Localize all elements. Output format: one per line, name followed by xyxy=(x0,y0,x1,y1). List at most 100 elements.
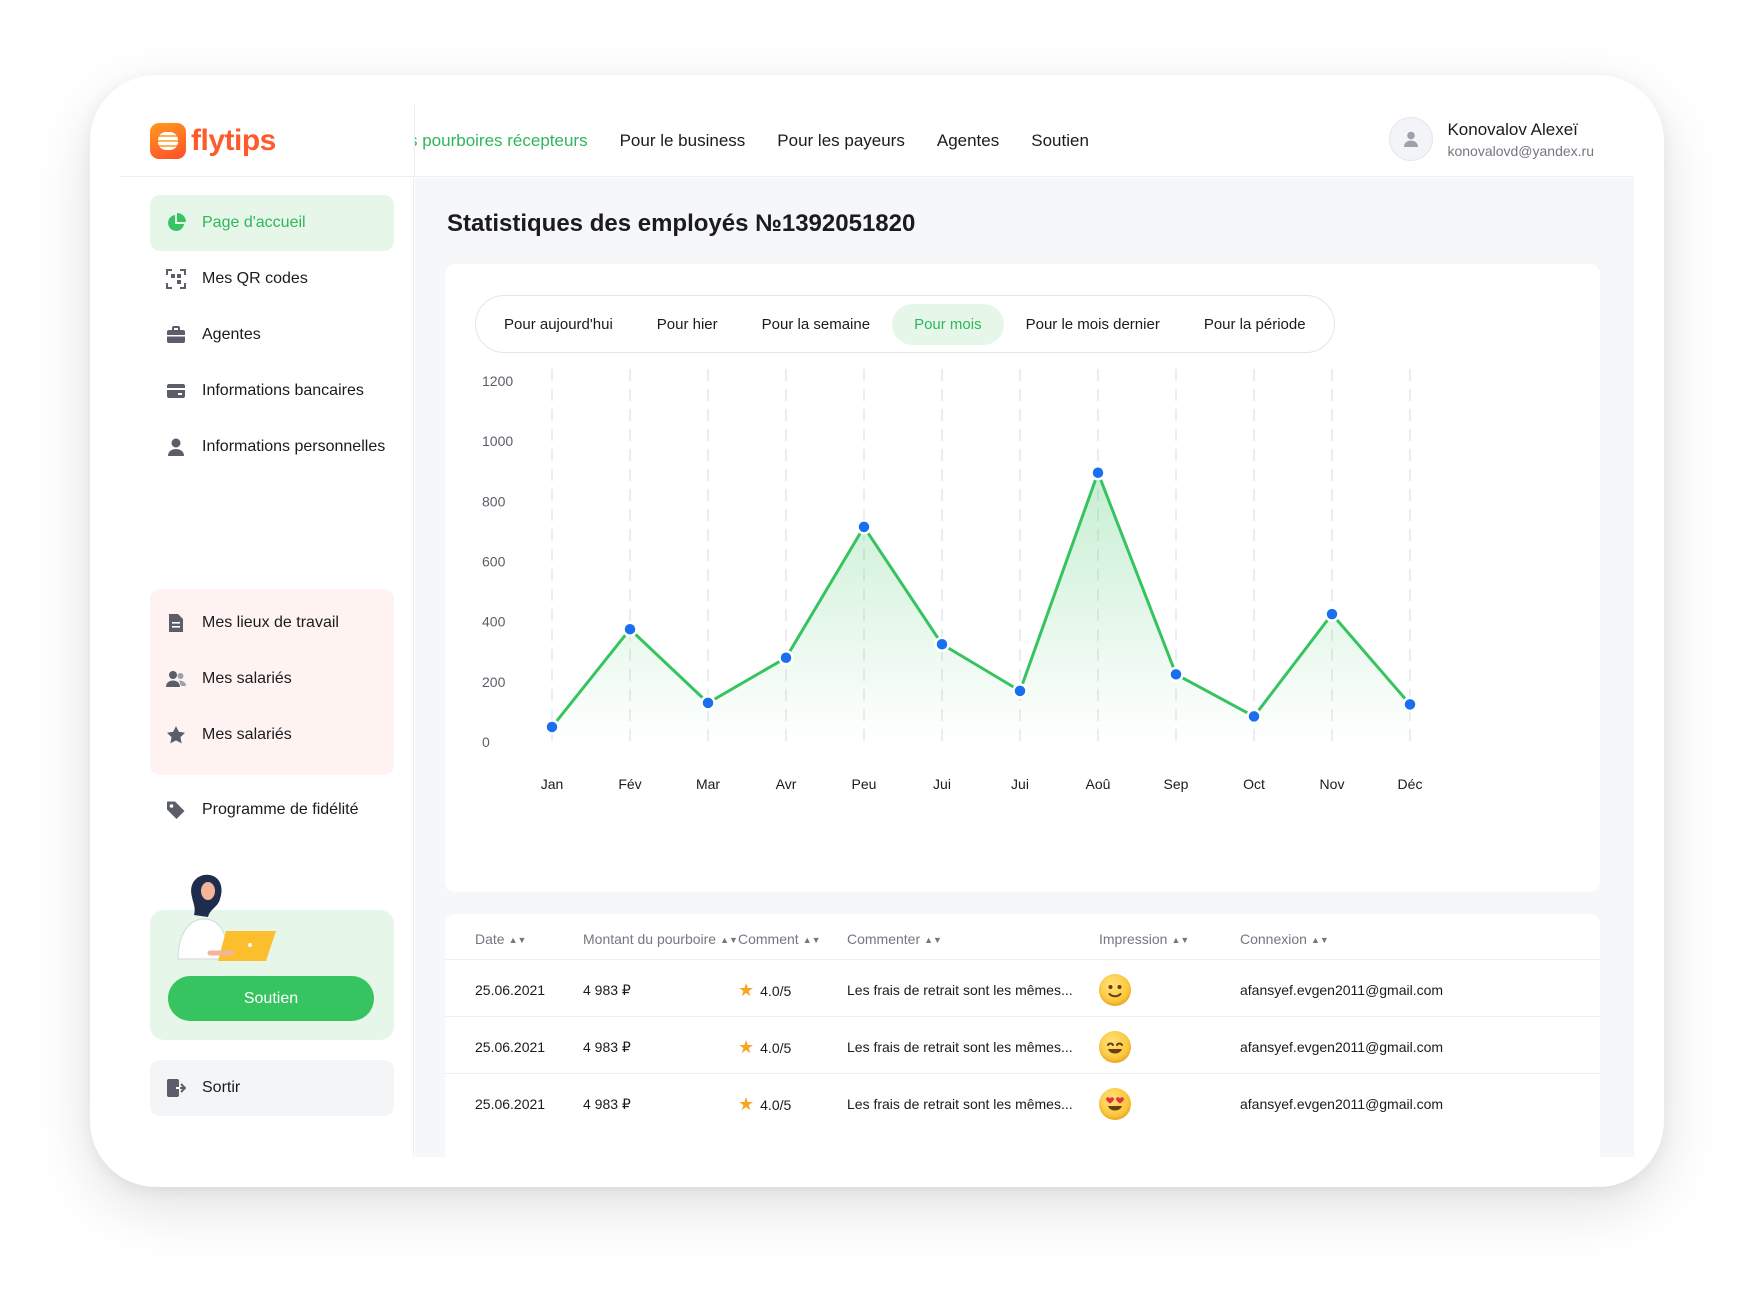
sort-arrows-icon: ▲▼ xyxy=(720,935,738,945)
avatar[interactable] xyxy=(1389,117,1434,161)
nav-item-agents[interactable]: Agentes xyxy=(937,131,999,151)
filter-tab-week[interactable]: Pour la semaine xyxy=(740,304,892,345)
sidebar-item-label: Informations personnelles xyxy=(202,438,386,455)
sidebar-item-label: Mes lieux de travail xyxy=(202,614,339,631)
cell-rating: ★ 4.0/5 xyxy=(738,980,792,1000)
cell-email[interactable]: afansyef.evgen2011@gmail.com xyxy=(1240,1096,1443,1112)
cell-comment: Les frais de retrait sont les mêmes... xyxy=(847,982,1073,998)
logo[interactable]: flytips xyxy=(120,105,414,177)
pie-chart-icon xyxy=(166,213,186,233)
sidebar-item-home[interactable]: Page d'accueil xyxy=(150,195,394,251)
logo-text: flytips xyxy=(191,123,276,157)
x-tick-label: Déc xyxy=(1398,776,1423,792)
user-profile[interactable]: Konovalov Alexeï konovalovd@yandex.ru xyxy=(1389,117,1594,161)
sidebar-item-label: Mes salariés xyxy=(202,726,292,743)
slight-smile-emoji-icon xyxy=(1099,974,1131,1006)
col-header-comment[interactable]: Comment ▲▼ xyxy=(738,931,821,947)
data-point xyxy=(1168,666,1184,683)
tag-icon xyxy=(166,800,186,820)
col-header-connection[interactable]: Connexion ▲▼ xyxy=(1240,931,1329,947)
filter-tab-yesterday[interactable]: Pour hier xyxy=(635,304,740,345)
sidebar-item-employees[interactable]: Mes salariés xyxy=(150,651,394,707)
data-point xyxy=(934,636,950,652)
data-point xyxy=(622,621,638,637)
star-icon: ★ xyxy=(738,980,755,1000)
card-icon xyxy=(166,381,186,401)
sidebar-item-personal-info[interactable]: Informations personnelles xyxy=(150,419,394,475)
y-tick-label: 800 xyxy=(482,493,506,509)
filter-tab-month[interactable]: Pour mois xyxy=(892,303,1004,345)
y-tick-label: 200 xyxy=(482,674,506,690)
col-header-impression[interactable]: Impression ▲▼ xyxy=(1099,931,1189,947)
chart-card: Pour aujourd'hui Pour hier Pour la semai… xyxy=(445,264,1600,892)
sidebar-item-label: Mes QR codes xyxy=(202,270,308,287)
sort-arrows-icon: ▲▼ xyxy=(802,935,821,945)
sidebar-item-qr-codes[interactable]: Mes QR codes xyxy=(150,251,394,307)
nav-item-support[interactable]: Soutien xyxy=(1031,131,1089,151)
x-tick-label: Sep xyxy=(1164,776,1189,792)
x-tick-label: Mar xyxy=(696,776,720,792)
x-tick-label: Jui xyxy=(933,776,951,792)
x-tick-label: Jui xyxy=(1011,776,1029,792)
nav-item-business[interactable]: Pour le business xyxy=(620,131,746,151)
heart-eyes-emoji-icon xyxy=(1099,1088,1131,1120)
area-fill xyxy=(552,472,1410,742)
x-tick-label: Jan xyxy=(541,776,564,792)
filter-tab-last-month[interactable]: Pour le mois dernier xyxy=(1004,304,1182,345)
smile-emoji-icon xyxy=(1099,1031,1131,1063)
sort-arrows-icon: ▲▼ xyxy=(508,935,527,945)
logout-button[interactable]: Sortir xyxy=(150,1060,394,1116)
x-tick-label: Fév xyxy=(618,776,641,792)
logout-icon xyxy=(166,1078,186,1098)
sidebar: Page d'accueil Mes QR codes Agentes Info… xyxy=(120,177,414,1157)
sidebar-item-label: Programme de fidélité xyxy=(202,801,359,818)
y-tick-label: 0 xyxy=(482,734,490,750)
col-header-amount[interactable]: Montant du pourboire ▲▼ xyxy=(583,931,738,947)
table-row[interactable]: 25.06.2021 4 983 ₽ ★ 4.0/5 Les frais de r… xyxy=(445,959,1600,1023)
filter-tab-today[interactable]: Pour aujourd'hui xyxy=(482,304,635,345)
app-window: flytips s pourboires récepteurs Pour le … xyxy=(120,105,1634,1157)
filter-tab-period[interactable]: Pour la période xyxy=(1182,304,1328,345)
user-email: konovalovd@yandex.ru xyxy=(1447,142,1594,159)
cell-email[interactable]: afansyef.evgen2011@gmail.com xyxy=(1240,1039,1443,1055)
data-point xyxy=(544,719,560,735)
sidebar-item-workplaces[interactable]: Mes lieux de travail xyxy=(150,595,394,651)
sidebar-item-loyalty[interactable]: Programme de fidélité xyxy=(150,782,394,838)
sidebar-item-bank-info[interactable]: Informations bancaires xyxy=(150,363,394,419)
cell-amount: 4 983 ₽ xyxy=(583,1096,631,1112)
support-button[interactable]: Soutien xyxy=(168,976,374,1021)
sidebar-item-employees-rating[interactable]: Mes salariés xyxy=(150,707,394,763)
col-header-date[interactable]: Date ▲▼ xyxy=(475,931,526,947)
sidebar-item-label: Page d'accueil xyxy=(202,214,306,231)
data-point xyxy=(778,650,794,666)
sidebar-item-label: Informations bancaires xyxy=(202,382,364,399)
period-filter: Pour aujourd'hui Pour hier Pour la semai… xyxy=(475,295,1335,353)
person-icon xyxy=(166,437,186,457)
top-navigation: s pourboires récepteurs Pour le business… xyxy=(414,105,1634,177)
cell-amount: 4 983 ₽ xyxy=(583,982,631,998)
table-row[interactable]: 25.06.2021 4 983 ₽ ★ 4.0/5 Les frais de r… xyxy=(445,1016,1600,1080)
page-title: Statistiques des employés №1392051820 xyxy=(447,210,916,237)
sidebar-item-agents[interactable]: Agentes xyxy=(150,307,394,363)
cell-date: 25.06.2021 xyxy=(475,1039,546,1055)
star-icon: ★ xyxy=(738,1037,755,1057)
briefcase-icon xyxy=(166,325,186,345)
logout-label: Sortir xyxy=(202,1079,241,1096)
cell-email[interactable]: afansyef.evgen2011@gmail.com xyxy=(1240,982,1443,998)
col-header-commenter[interactable]: Commenter ▲▼ xyxy=(847,931,942,947)
tips-line-chart: Jan Fév Mar Avr Peu Jui Jui Aoû Sep Oct Nov Déc 0 200… xyxy=(482,369,1423,792)
x-tick-label: Avr xyxy=(776,776,797,792)
main-content: Statistiques des employés №1392051820 Po… xyxy=(415,178,1634,1157)
y-tick-label: 1000 xyxy=(482,433,513,449)
nav-item-recipients[interactable]: s pourboires récepteurs xyxy=(415,131,588,151)
data-point xyxy=(1246,708,1262,725)
cell-rating: ★ 4.0/5 xyxy=(738,1094,792,1114)
star-icon: ★ xyxy=(738,1094,755,1114)
sort-arrows-icon: ▲▼ xyxy=(924,935,942,945)
table-row[interactable]: 25.06.2021 4 983 ₽ ★ 4.0/5 Les frais de r… xyxy=(445,1073,1600,1137)
nav-item-payers[interactable]: Pour les payeurs xyxy=(777,131,905,151)
sidebar-item-label: Mes salariés xyxy=(202,670,292,687)
sort-arrows-icon: ▲▼ xyxy=(1310,935,1329,945)
user-name: Konovalov Alexeï xyxy=(1447,119,1578,139)
x-tick-label: Oct xyxy=(1243,776,1265,792)
